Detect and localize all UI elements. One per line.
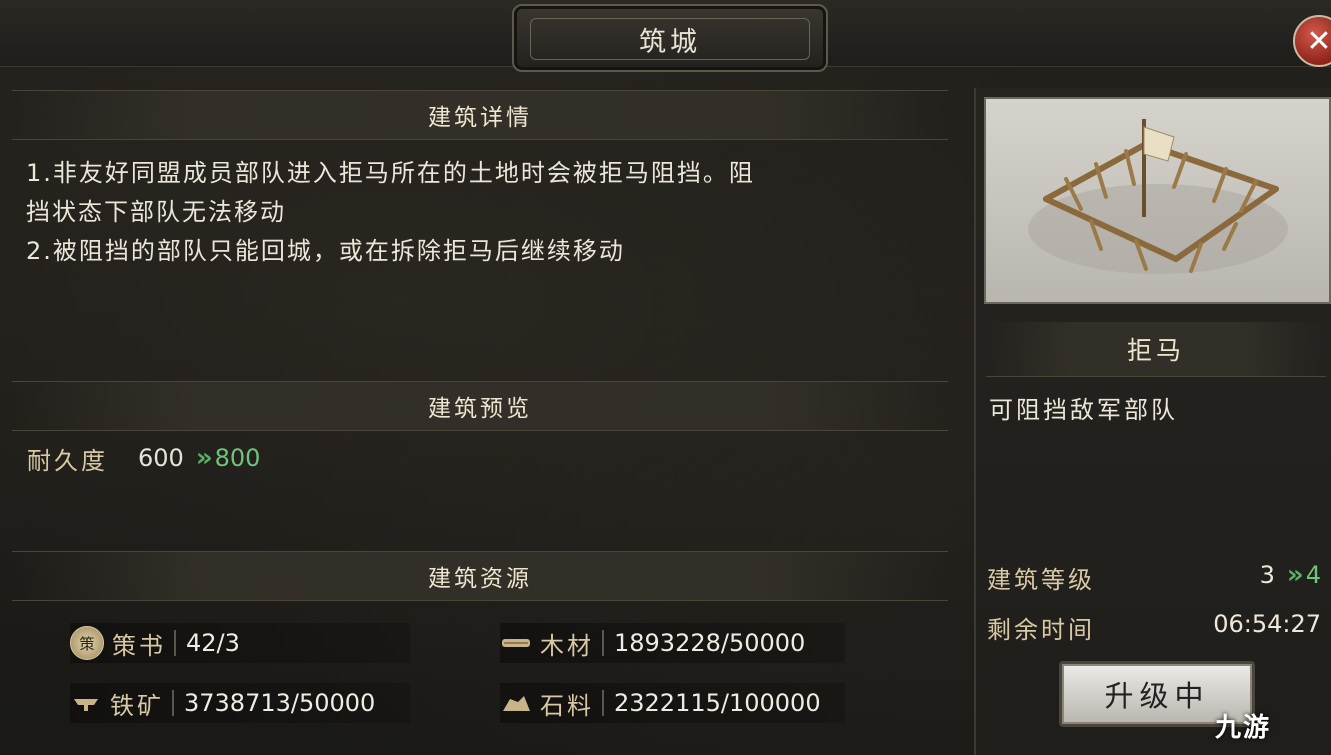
building-preview-image [984, 97, 1331, 304]
resource-name: 策书 [112, 631, 166, 660]
durability-current: 600 [138, 444, 184, 472]
details-line: 2.被阻挡的部队只能回城，或在拆除拒马后继续移动 [26, 237, 625, 265]
resource-value: 3738713/50000 [184, 689, 376, 717]
scroll-icon: 策 [70, 626, 104, 660]
watermark-logo: 九游 [1155, 695, 1331, 755]
time-label: 剩余时间 [987, 616, 1095, 644]
resource-row: 石料 2322115/100000 [500, 683, 845, 723]
level-current: 3 [1259, 561, 1275, 589]
resource-value: 42/3 [186, 629, 240, 657]
building-name: 拒马 [986, 322, 1326, 377]
resources-heading: 建筑资源 [12, 551, 948, 601]
watermark-text: 九游 [1214, 712, 1271, 743]
resource-name: 铁矿 [110, 691, 164, 720]
details-heading: 建筑详情 [12, 90, 948, 140]
details-line: 1.非友好同盟成员部队进入拒马所在的土地时会被拒马阻挡。阻 [26, 159, 755, 187]
resource-row: 木材 1893228/50000 [500, 623, 845, 663]
details-text: 1.非友好同盟成员部队进入拒马所在的土地时会被拒马阻挡。阻 挡状态下部队无法移动… [26, 154, 946, 271]
title-plate: 筑城 [512, 4, 828, 72]
resource-value: 1893228/50000 [614, 629, 806, 657]
resource-row: 铁矿 3738713/50000 [70, 683, 410, 723]
window-title: 筑城 [530, 18, 810, 60]
level-next: 4 [1305, 561, 1321, 589]
resource-name: 石料 [540, 691, 594, 720]
close-icon: ✕ [1306, 23, 1331, 59]
iron-icon [70, 687, 102, 719]
durability-label: 耐久度 [27, 446, 108, 475]
time-value: 06:54:27 [1213, 610, 1321, 638]
divider [602, 630, 604, 656]
divider [172, 690, 174, 716]
durability-row: 耐久度 600 » 800 [27, 440, 260, 476]
stone-icon [500, 687, 532, 719]
durability-next: 800 [214, 444, 261, 472]
details-line: 挡状态下部队无法移动 [26, 198, 286, 226]
resource-name: 木材 [540, 631, 594, 660]
upgrade-arrow-icon: » [1286, 560, 1304, 590]
level-row: 3 » 4 [1260, 560, 1321, 590]
level-label: 建筑等级 [987, 566, 1095, 594]
upgrade-arrow-icon: » [195, 443, 213, 473]
preview-heading: 建筑预览 [12, 381, 948, 431]
divider [174, 630, 176, 656]
building-description: 可阻挡敌军部队 [989, 396, 1178, 424]
wood-icon [500, 627, 532, 659]
resource-row: 策 策书 42/3 [70, 623, 410, 663]
resource-value: 2322115/100000 [614, 689, 821, 717]
divider [602, 690, 604, 716]
